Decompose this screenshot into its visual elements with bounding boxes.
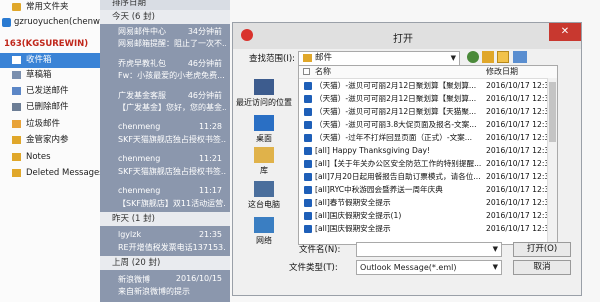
place-recent[interactable]: 最近访问的位置 (233, 79, 295, 108)
folder-drafts[interactable]: 草稿箱 (0, 68, 100, 83)
file-row[interactable]: [all]7月20日起用餐报告自助订票模式，请各位... 2016/10/17 1… (299, 171, 557, 183)
place-network[interactable]: 网络 (233, 217, 295, 246)
outlook-file-icon (304, 160, 312, 168)
file-row[interactable]: （天猫）-过年不打烊回显页面（正式）-文案... 2016/10/17 12:32 (299, 132, 557, 144)
place-desktop[interactable]: 桌面 (233, 115, 295, 144)
outlook-file-icon (304, 95, 312, 103)
folder-icon (303, 54, 312, 62)
library-icon (254, 147, 274, 163)
folder-junk[interactable]: 垃圾邮件 (0, 117, 100, 132)
folder-icon (12, 169, 21, 177)
app-logo-icon (241, 29, 253, 41)
file-list-header: 名称 修改日期 (299, 66, 557, 79)
group-header-yesterday[interactable]: 昨天 (1 封) (100, 212, 230, 226)
file-list: 名称 修改日期 （天猫）-滋贝可可丽2月12日聚划算【聚划算... 2016/10… (298, 65, 558, 245)
mail-item[interactable]: lgylzk 21:35 RE开增值税发票电话137153... (100, 228, 230, 255)
column-name[interactable]: 名称 (315, 66, 331, 78)
outlook-file-icon (304, 199, 312, 207)
open-file-dialog: 打开 ✕ 查找范围(I): 邮件 ▼ 最近访问的位置 桌面 库 这台电脑 网络 … (232, 22, 582, 296)
outlook-file-icon (304, 147, 312, 155)
mail-list: 排序日期 今天 (6 封) 网易邮件中心 34分钟前 网易邮箱提醒：阻止了一次不… (100, 0, 230, 302)
drafts-icon (12, 71, 21, 79)
scrollbar-thumb[interactable] (549, 82, 556, 142)
outlook-file-icon (304, 212, 312, 220)
cancel-button[interactable]: 取消 (513, 260, 571, 275)
filename-input[interactable]: ▼ (356, 242, 502, 257)
recent-places-icon (254, 79, 274, 95)
column-date[interactable]: 修改日期 (486, 66, 518, 78)
group-header-today[interactable]: 今天 (6 封) (100, 10, 230, 24)
outlook-file-icon (304, 82, 312, 90)
folder-icon (12, 3, 21, 11)
folder-deleted[interactable]: 已删除邮件 (0, 100, 100, 115)
mail-item[interactable]: chenmeng 11:17 【SKF旗舰店】双11活动运营... (100, 184, 230, 211)
folder-inbox[interactable]: 收件箱 (0, 53, 100, 68)
inbox-icon (12, 56, 21, 64)
file-row[interactable]: [all]RYC中秋游园会暨养送一周年庆典 2016/10/17 12:32 (299, 184, 557, 196)
lookin-dropdown[interactable]: 邮件 ▼ (298, 51, 460, 66)
place-library[interactable]: 库 (233, 147, 295, 176)
file-row[interactable]: [all] Happy Thanksgiving Day! 2016/10/17 … (299, 145, 557, 157)
account-gzruoyuchen[interactable]: gzruoyuchen(chenwei (0, 15, 100, 30)
up-folder-icon[interactable] (482, 51, 494, 63)
filename-label: 文件名(N): (299, 245, 341, 255)
outlook-file-icon (304, 134, 312, 142)
scrollbar[interactable] (547, 78, 557, 244)
outlook-file-icon (304, 225, 312, 233)
file-row[interactable]: [all]【关于年关办公区安全防范工作的特别提醒... 2016/10/17 12… (299, 158, 557, 170)
filetype-label: 文件类型(T): (289, 263, 338, 273)
folder-deleted-messages[interactable]: Deleted Messages (0, 166, 100, 181)
file-row[interactable]: [all]国庆假期安全提示(1) 2016/10/17 12:32 (299, 210, 557, 222)
sort-header[interactable]: 排序日期 (100, 0, 230, 10)
outlook-file-icon (304, 173, 312, 181)
mail-item[interactable]: 广发基金客服 46分钟前 【广发基金】您好，您的基金... (100, 88, 230, 115)
mail-item[interactable]: chenmeng 11:28 SKF天猫旗舰店独占授权书签... (100, 120, 230, 147)
network-icon (254, 217, 274, 233)
filetype-dropdown[interactable]: Outlook Message(*.eml) ▼ (356, 260, 502, 275)
trash-icon (12, 103, 21, 111)
mail-item[interactable]: 新浪微博 2016/10/15 来自新浪微博的提示 (100, 272, 230, 299)
folder-notes[interactable]: Notes (0, 150, 100, 165)
outlook-file-icon (304, 121, 312, 129)
junk-icon (12, 120, 21, 128)
outlook-file-icon (304, 186, 312, 194)
place-this-pc[interactable]: 这台电脑 (233, 181, 295, 210)
computer-icon (254, 181, 274, 197)
desktop-icon (254, 115, 274, 131)
file-row[interactable]: （天猫）-滋贝可可丽3.8大促页面及报名-文案... 2016/10/17 12:… (299, 119, 557, 131)
email-account-icon (2, 18, 11, 27)
view-menu-icon[interactable] (513, 51, 527, 63)
mail-item[interactable]: chenmeng 11:21 SKF天猫旗舰店独占授权书签... (100, 152, 230, 179)
chevron-down-icon: ▼ (492, 263, 498, 271)
folder-sidebar: 常用文件夹 gzruoyuchen(chenwei 163(KGSUREWIN)… (0, 0, 101, 302)
folder-jinguanjia[interactable]: 金管家内参 (0, 133, 100, 148)
close-button[interactable]: ✕ (549, 23, 581, 41)
folder-sent[interactable]: 已发送邮件 (0, 84, 100, 99)
file-row[interactable]: （天猫）-滋贝可可丽2月12日聚划算【聚划算... 2016/10/17 12:3… (299, 93, 557, 105)
folder-icon (12, 136, 21, 144)
file-row[interactable]: （天猫）-滋贝可可丽2月12日聚划算【聚划算... 2016/10/17 12:3… (299, 80, 557, 92)
group-header-lastweek[interactable]: 上周 (20 封) (100, 256, 230, 270)
file-row[interactable]: [all]春节假期安全提示 2016/10/17 12:32 (299, 197, 557, 209)
sent-icon (12, 87, 21, 95)
account-163[interactable]: 163(KGSUREWIN) (0, 37, 100, 52)
dialog-titlebar: 打开 ✕ (233, 23, 581, 49)
file-row[interactable]: [all]国庆假期安全提示 2016/10/17 12:32 (299, 223, 557, 235)
new-folder-icon[interactable] (497, 51, 509, 63)
outlook-file-icon (304, 108, 312, 116)
file-row[interactable]: （天猫）-滋贝可可丽2月12日聚划算【天猫聚... 2016/10/17 12:3… (299, 106, 557, 118)
open-button[interactable]: 打开(O) (513, 242, 571, 257)
frequent-folders[interactable]: 常用文件夹 (0, 0, 100, 15)
chevron-down-icon: ▼ (492, 245, 498, 253)
mail-item[interactable]: 乔虎早教礼包 46分钟前 Fw：小孩最爱的小老虎免费... (100, 56, 230, 83)
select-all-checkbox[interactable] (303, 68, 310, 75)
dialog-title: 打开 (393, 34, 413, 45)
chevron-down-icon: ▼ (450, 54, 456, 62)
mail-item[interactable]: 网易邮件中心 34分钟前 网易邮箱提醒：阻止了一次不... (100, 24, 230, 51)
lookin-label: 查找范围(I): (249, 54, 296, 64)
folder-icon (12, 153, 21, 161)
back-icon[interactable] (467, 51, 479, 63)
